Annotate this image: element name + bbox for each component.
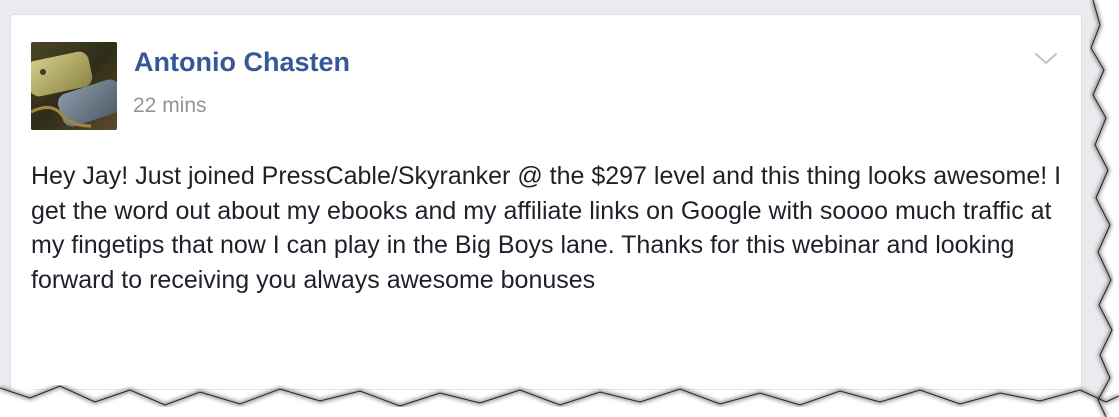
screenshot-scene: Antonio Chasten 22 mins Hey Jay! Just jo… (0, 0, 1119, 417)
author-name-link[interactable]: Antonio Chasten (134, 47, 350, 78)
post-divider (31, 389, 1071, 390)
dog-tags-photo-icon (31, 42, 117, 130)
post-body-text: Hey Jay! Just joined PressCable/Skyranke… (31, 162, 1062, 294)
post-card: Antonio Chasten 22 mins Hey Jay! Just jo… (10, 14, 1082, 417)
post-timestamp-link[interactable]: 22 mins (133, 94, 207, 118)
chevron-down-icon[interactable] (1033, 50, 1059, 68)
author-avatar[interactable] (31, 42, 117, 130)
